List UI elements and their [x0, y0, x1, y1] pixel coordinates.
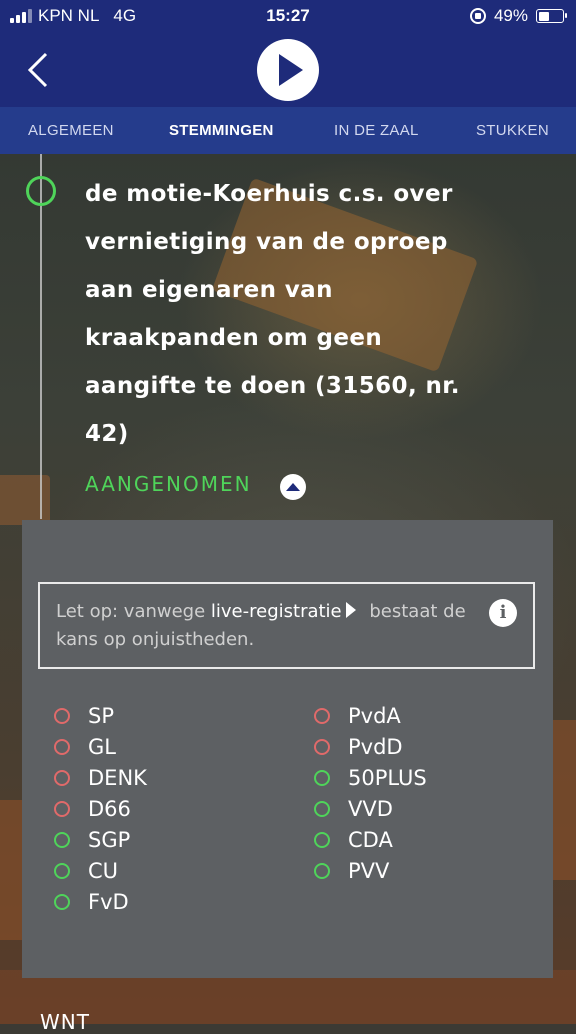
party-name: DENK [88, 766, 147, 790]
vote-against-icon [54, 739, 70, 755]
motion-line: vernietiging van de oproep [85, 229, 448, 255]
chevron-up-icon [286, 483, 300, 491]
vote-for-icon [314, 770, 330, 786]
party-name: PVV [348, 859, 390, 883]
vote-against-icon [54, 801, 70, 817]
vote-for-icon [314, 832, 330, 848]
motion-line: kraakpanden om geen [85, 325, 383, 351]
info-icon[interactable]: i [489, 599, 517, 627]
notice-prefix: Let op: vanwege [56, 601, 211, 622]
party-name: 50PLUS [348, 766, 427, 790]
party-vote-row: FvD [54, 890, 129, 914]
party-vote-row: D66 [54, 797, 131, 821]
party-vote-row: PvdD [314, 735, 403, 759]
vote-for-icon [54, 894, 70, 910]
vote-against-icon [314, 739, 330, 755]
vote-against-icon [54, 708, 70, 724]
party-vote-row: SP [54, 704, 114, 728]
back-button[interactable] [26, 52, 58, 88]
party-name: SP [88, 704, 114, 728]
party-name: CDA [348, 828, 393, 852]
motion-line: de motie-Koerhuis c.s. over [85, 181, 453, 207]
party-vote-row: GL [54, 735, 116, 759]
vote-details-panel: Let op: vanwege live-registratie bestaat… [22, 520, 553, 978]
motion-line: 42) [85, 421, 129, 447]
party-vote-row: PVV [314, 859, 389, 883]
motion-line: aan eigenaren van [85, 277, 333, 303]
battery-percentage: 49% [493, 6, 528, 25]
live-registratie-link[interactable]: live-registratie [211, 601, 342, 622]
vote-result[interactable]: AANGENOMEN [85, 472, 252, 496]
play-button[interactable] [257, 39, 319, 101]
vote-for-icon [314, 863, 330, 879]
timeline-marker [26, 176, 56, 206]
party-vote-row: CU [54, 859, 118, 883]
collapse-toggle-button[interactable] [280, 474, 306, 500]
timeline-line [40, 154, 42, 519]
motion-description: de motie-Koerhuis c.s. over vernietiging… [85, 170, 485, 458]
header: KPN NL 4G 15:27 49% [0, 0, 576, 107]
party-name: CU [88, 859, 119, 883]
party-vote-row: VVD [314, 797, 393, 821]
vote-against-icon [314, 708, 330, 724]
play-icon [279, 54, 303, 86]
tab-bar: ALGEMEEN STEMMINGEN IN DE ZAAL STUKKEN [0, 107, 576, 154]
status-bar: KPN NL 4G 15:27 49% [0, 0, 576, 34]
party-name: GL [88, 735, 116, 759]
party-vote-row: PvdA [314, 704, 401, 728]
next-item-label: WNT [40, 1010, 90, 1034]
party-name: SGP [88, 828, 131, 852]
party-vote-row: DENK [54, 766, 147, 790]
chevron-right-icon[interactable] [345, 602, 356, 618]
party-name: D66 [88, 797, 131, 821]
tab-stukken[interactable]: STUKKEN [476, 122, 549, 139]
battery-icon [536, 9, 567, 23]
chevron-left-icon [27, 52, 48, 88]
vote-for-icon [314, 801, 330, 817]
tab-algemeen[interactable]: ALGEMEEN [28, 122, 114, 139]
tab-stemmingen[interactable]: STEMMINGEN [169, 122, 274, 139]
motion-line: aangifte te doen (31560, nr. [85, 373, 460, 399]
vote-against-icon [54, 770, 70, 786]
party-name: PvdA [348, 704, 401, 728]
party-vote-row: SGP [54, 828, 130, 852]
party-name: FvD [88, 890, 129, 914]
rotation-lock-icon [469, 8, 486, 24]
party-vote-row: 50PLUS [314, 766, 427, 790]
vote-for-icon [54, 832, 70, 848]
party-name: PvdD [348, 735, 403, 759]
tab-in-de-zaal[interactable]: IN DE ZAAL [334, 122, 419, 139]
live-registration-notice: Let op: vanwege live-registratie bestaat… [38, 582, 535, 669]
party-vote-row: CDA [314, 828, 393, 852]
party-name: VVD [348, 797, 393, 821]
vote-for-icon [54, 863, 70, 879]
